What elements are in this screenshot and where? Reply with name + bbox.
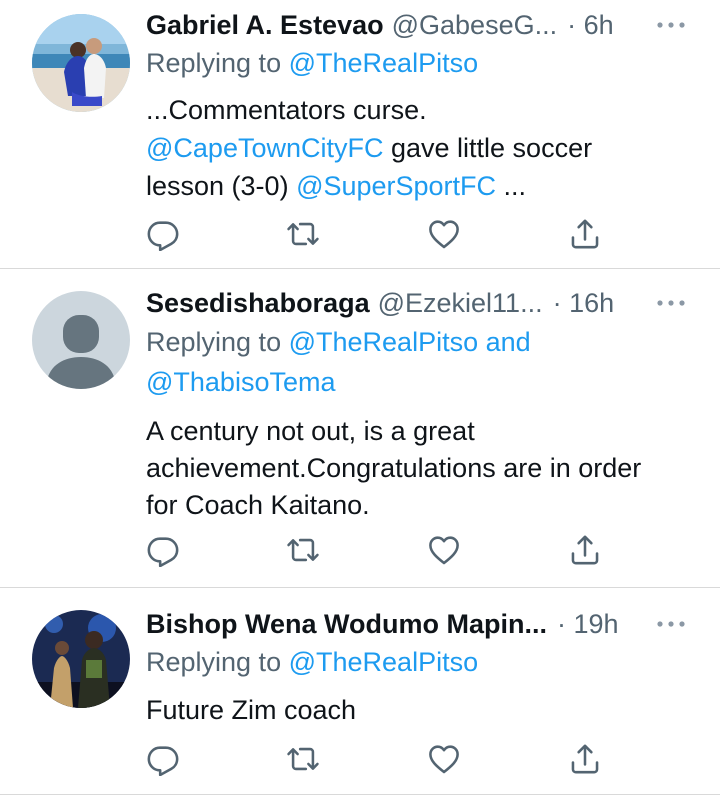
tweet-actions [146,533,606,573]
divider [0,794,720,795]
more-icon[interactable] [656,21,686,29]
replying-to: Replying to @TheRealPitso and [146,324,531,361]
tweet-text-line: Future Zim coach [146,692,356,729]
tweet-text: lesson (3-0) [146,171,297,201]
tweet-actions [146,742,606,782]
tweet-header: Bishop Wena Wodumo Mapin... · 19h [146,607,700,641]
tweet-actions [146,217,606,257]
replying-prefix: Replying to [146,647,282,677]
tweet-text-line: ...Commentators curse. [146,92,427,129]
share-icon[interactable] [568,533,602,567]
tweet-text: achievement.Congratulations are in order [146,453,642,483]
tweet-text: gave little soccer [383,133,593,163]
share-icon[interactable] [568,217,602,251]
tweet-header: Sesedishaboraga @Ezekiel11... · 16h [146,286,700,320]
retweet-icon[interactable] [286,217,320,251]
tweet-text-line: lesson (3-0) @SuperSportFC ... [146,168,526,205]
replying-mention[interactable]: @TheRealPitso [289,48,479,78]
avatar[interactable] [32,610,130,708]
mention-link[interactable]: @CapeTownCityFC [146,133,383,163]
like-icon[interactable] [427,742,461,776]
replying-mention[interactable]: @ThabisoTema [146,367,336,397]
reply-icon[interactable] [146,533,180,567]
tweet-text: A century not out, is a great [146,416,475,446]
tweet-text: for Coach Kaitano. [146,490,370,520]
timestamp[interactable]: · 16h [553,288,615,319]
replying-to: Replying to @TheRealPitso [146,45,478,82]
tweet[interactable]: Gabriel A. Estevao @GabeseG... · 6h Repl… [0,0,720,268]
replying-mention[interactable]: @TheRealPitso [289,327,479,357]
replying-mention[interactable]: @TheRealPitso [289,647,479,677]
reply-icon[interactable] [146,217,180,251]
tweet[interactable]: Bishop Wena Wodumo Mapin... · 19h Replyi… [0,588,720,793]
default-avatar-icon [32,291,130,389]
more-icon[interactable] [656,299,686,307]
reply-icon[interactable] [146,742,180,776]
avatar-photo [32,14,130,112]
user-handle[interactable]: @Ezekiel11... [378,288,543,319]
display-name[interactable]: Sesedishaboraga [146,288,370,319]
display-name[interactable]: Gabriel A. Estevao [146,10,384,41]
share-icon[interactable] [568,742,602,776]
timestamp[interactable]: · 6h [567,10,614,41]
avatar[interactable] [32,291,130,389]
replying-to: Replying to @TheRealPitso [146,644,478,681]
display-name[interactable]: Bishop Wena Wodumo Mapin... [146,609,547,640]
tweet-text: ...Commentators curse. [146,95,427,125]
tweet-text: ... [496,171,527,201]
replying-and: and [478,327,531,357]
like-icon[interactable] [427,217,461,251]
tweet-text-line: for Coach Kaitano. [146,487,370,524]
tweet[interactable]: Sesedishaboraga @Ezekiel11... · 16h Repl… [0,269,720,587]
like-icon[interactable] [427,533,461,567]
avatar[interactable] [32,14,130,112]
timestamp[interactable]: · 19h [557,609,619,640]
tweet-text: Future Zim coach [146,695,357,725]
avatar-photo [32,610,130,708]
replying-mention-line: @ThabisoTema [146,364,336,401]
tweet-text-line: A century not out, is a great [146,413,475,450]
tweet-header: Gabriel A. Estevao @GabeseG... · 6h [146,8,700,42]
more-icon[interactable] [656,620,686,628]
tweet-text-line: achievement.Congratulations are in order [146,450,641,487]
mention-link[interactable]: @SuperSportFC [296,171,496,201]
tweet-text-line: @CapeTownCityFC gave little soccer [146,130,592,167]
replying-prefix: Replying to [146,327,282,357]
retweet-icon[interactable] [286,742,320,776]
user-handle[interactable]: @GabeseG... [392,10,557,41]
replying-prefix: Replying to [146,48,282,78]
retweet-icon[interactable] [286,533,320,567]
